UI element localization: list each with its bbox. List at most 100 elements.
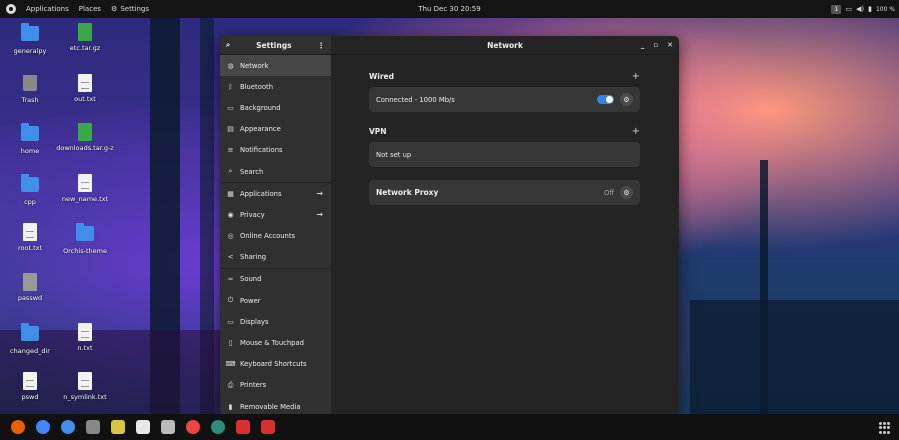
- display-icon: ▭: [227, 317, 234, 326]
- settings-dock-icon[interactable]: [211, 420, 225, 434]
- wired-connection-row[interactable]: Connected - 1000 Mb/s ⚙: [369, 87, 640, 112]
- firefox-icon[interactable]: [11, 420, 25, 434]
- files-icon[interactable]: [86, 420, 100, 434]
- wired-title: Wired: [369, 72, 394, 81]
- sidebar-item-notifications[interactable]: ≡ Notifications: [220, 140, 331, 161]
- wired-settings-button[interactable]: ⚙: [620, 93, 633, 106]
- sidebar-item-background[interactable]: ▭ Background: [220, 97, 331, 118]
- app-grid-icon[interactable]: [879, 422, 891, 434]
- chat-icon[interactable]: [61, 420, 75, 434]
- desktop-icon[interactable]: pswd: [0, 372, 60, 401]
- arrow-right-icon: →: [316, 210, 323, 220]
- arrow-right-icon: →: [316, 189, 323, 199]
- text-file-icon: [78, 323, 92, 341]
- sidebar-item-mouse-touchpad[interactable]: ▯ Mouse & Touchpad: [220, 332, 331, 353]
- sidebar-item-keyboard-shortcuts[interactable]: ⌨ Keyboard Shortcuts: [220, 354, 331, 375]
- desktop-icon[interactable]: downloads.tar.g-z: [55, 123, 115, 152]
- applications-menu[interactable]: Applications: [26, 5, 69, 13]
- vpn-section: VPN + Not set up: [369, 126, 640, 167]
- add-wired-button[interactable]: +: [632, 71, 640, 82]
- sidebar-item-printers[interactable]: ⎙ Printers: [220, 375, 331, 396]
- cloud-icon: ◎: [227, 232, 234, 241]
- chrome-icon[interactable]: [36, 420, 50, 434]
- search-icon[interactable]: ⌕: [226, 40, 230, 50]
- activities-icon[interactable]: [6, 4, 16, 14]
- help-icon[interactable]: [186, 420, 200, 434]
- proxy-settings-button[interactable]: ⚙: [620, 186, 633, 199]
- clipboard-icon[interactable]: [161, 420, 175, 434]
- workspace-indicator[interactable]: 1: [831, 4, 842, 14]
- trash-icon: [23, 75, 37, 91]
- volume-icon[interactable]: ◀): [856, 5, 864, 13]
- sidebar-item-privacy[interactable]: ◉ Privacy →: [220, 204, 331, 225]
- battery-percent: 100 %: [875, 5, 895, 13]
- network-panel: Network _ ▫ ✕ Wired + Connected - 1000 Mb…: [331, 36, 679, 414]
- sidebar-item-bluetooth[interactable]: ᛒ Bluetooth: [220, 76, 331, 97]
- settings-window: ⌕ Settings ⋮ ◍ Network ᛒ Bluetooth ▭ Backgr…: [220, 36, 679, 414]
- add-vpn-button[interactable]: +: [632, 126, 640, 137]
- dock: [0, 414, 899, 440]
- battery-icon[interactable]: ▮: [868, 5, 872, 13]
- sidebar-header: ⌕ Settings ⋮: [220, 36, 331, 55]
- sidebar-item-applications[interactable]: ▦ Applications →: [220, 182, 331, 204]
- mouse-icon: ▯: [228, 339, 233, 348]
- desktop-icon[interactable]: new_name.txt: [55, 174, 115, 203]
- sidebar-item-appearance[interactable]: ▤ Appearance: [220, 119, 331, 140]
- clock[interactable]: Thu Dec 30 20:59: [418, 5, 480, 13]
- sidebar-item-sharing[interactable]: < Sharing: [220, 247, 331, 268]
- proxy-title: Network Proxy: [376, 188, 439, 197]
- desktop-icon[interactable]: n.txt: [55, 323, 115, 352]
- share-icon: <: [227, 253, 234, 262]
- close-button[interactable]: ✕: [667, 41, 673, 49]
- text-file-icon: [78, 174, 92, 192]
- printer-icon: ⎙: [227, 380, 234, 389]
- document-icon[interactable]: [136, 420, 150, 434]
- gear-icon: ⚙: [623, 95, 630, 104]
- app-red-icon[interactable]: [261, 420, 275, 434]
- minimize-button[interactable]: _: [641, 41, 645, 49]
- sidebar-item-removable-media[interactable]: ▮ Removable Media: [220, 396, 331, 414]
- sidebar-item-search[interactable]: ⌕ Search: [220, 161, 331, 182]
- desktop-icon[interactable]: out.txt: [55, 74, 115, 103]
- symlink-file-icon: [78, 372, 92, 390]
- folder-icon: [21, 174, 39, 192]
- monitor-icon: ▭: [227, 103, 234, 112]
- wired-toggle[interactable]: [597, 95, 614, 104]
- sidebar-item-power[interactable]: ⏻ Power: [220, 290, 331, 311]
- appearance-icon: ▤: [227, 125, 234, 134]
- desktop-icon[interactable]: etc.tar.gz: [55, 23, 115, 52]
- desktop-icon[interactable]: root.txt: [0, 223, 60, 252]
- menu-icon[interactable]: ⋮: [317, 41, 325, 50]
- desktop-icon[interactable]: Trash: [0, 74, 60, 104]
- app-red-icon[interactable]: [236, 420, 250, 434]
- desktop-icon[interactable]: generalpy: [0, 23, 60, 55]
- desktop-icon[interactable]: cpp: [0, 174, 60, 206]
- vpn-status: Not set up: [376, 150, 412, 159]
- desktop-icon[interactable]: changed_dir: [0, 323, 60, 355]
- folder-icon: [21, 123, 39, 141]
- search-icon: ⌕: [228, 167, 233, 176]
- network-proxy-row[interactable]: Network Proxy Off ⚙: [369, 180, 640, 205]
- monitor-icon[interactable]: ▭: [845, 5, 852, 13]
- wired-status: Connected - 1000 Mb/s: [376, 95, 455, 104]
- panel-title: Network: [487, 40, 523, 50]
- sidebar-item-sound[interactable]: ≃ Sound: [220, 267, 331, 290]
- desktop-icon[interactable]: passwd: [0, 273, 60, 302]
- sound-icon: ≃: [227, 275, 234, 284]
- sidebar-item-online-accounts[interactable]: ◎ Online Accounts: [220, 226, 331, 247]
- sidebar-item-network[interactable]: ◍ Network: [220, 55, 331, 77]
- desktop-icon[interactable]: home: [0, 123, 60, 155]
- media-icon[interactable]: [111, 420, 125, 434]
- folder-icon: [21, 23, 39, 41]
- places-menu[interactable]: Places: [79, 5, 101, 13]
- folder-icon: [76, 223, 94, 241]
- settings-app-menu[interactable]: ⚙ Settings: [111, 5, 149, 13]
- maximize-button[interactable]: ▫: [653, 41, 658, 49]
- text-file-icon: [23, 223, 37, 241]
- desktop-icon[interactable]: Orchis-theme: [55, 223, 115, 255]
- panel-header: Network _ ▫ ✕: [331, 36, 679, 55]
- text-file-icon: [23, 372, 37, 390]
- bluetooth-icon: ᛒ: [228, 82, 233, 91]
- sidebar-item-displays[interactable]: ▭ Displays: [220, 311, 331, 332]
- desktop-icon[interactable]: n_symlink.txt: [55, 372, 115, 401]
